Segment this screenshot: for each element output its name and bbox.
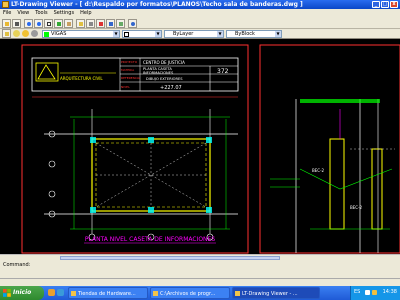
app-icon: [2, 1, 9, 8]
status-divider: [0, 278, 400, 279]
redraw-icon[interactable]: [116, 19, 125, 28]
chevron-down-icon[interactable]: ▼: [275, 31, 281, 37]
reference-label: REFERENCIA: [121, 76, 141, 80]
network-icon[interactable]: [365, 290, 370, 295]
firm-caption: ARQUITECTURA CIVIL: [60, 76, 103, 81]
subject-value-2: INFORMACIONES: [143, 71, 174, 75]
zoom-out-icon[interactable]: [34, 19, 43, 28]
section-label-2: BEC-2: [350, 205, 363, 210]
title-block: ARQUITECTURA CIVIL PROYECTO CENTRO DE JU…: [31, 57, 239, 98]
close-button[interactable]: x: [390, 1, 398, 8]
layer-on-icon[interactable]: [13, 30, 20, 37]
linetype-select-value: ByLayer: [173, 31, 194, 37]
folder-icon: [153, 291, 158, 296]
help-icon[interactable]: [128, 19, 137, 28]
layer-freeze-icon[interactable]: [22, 30, 29, 37]
start-button[interactable]: Inicio: [0, 286, 44, 300]
cad-drawing: ARQUITECTURA CIVIL PROYECTO CENTRO DE JU…: [21, 44, 400, 254]
drawing-canvas[interactable]: ARQUITECTURA CIVIL PROYECTO CENTRO DE JU…: [0, 39, 400, 254]
section-detail: [270, 99, 395, 253]
window-title: LT-Drawing Viewer - [ d:\Respaldo por fo…: [11, 1, 303, 8]
start-label: Inicio: [13, 289, 32, 296]
windows-logo-icon: [3, 289, 11, 297]
layer-lock-icon[interactable]: [31, 30, 38, 37]
subject-label: MATERIA: [121, 68, 135, 72]
sheet-number: 372: [217, 68, 229, 75]
taskbar-task-hardware[interactable]: Tiendas de Hardware...: [68, 287, 148, 299]
reference-value: DIBUJO EXTERIORES: [146, 77, 183, 81]
menu-view[interactable]: View: [14, 9, 32, 18]
color-swatch: [124, 32, 129, 37]
folder-icon: [71, 291, 76, 296]
taskbar-task-files[interactable]: C:\Archivos de progr...: [150, 287, 230, 299]
command-prompt[interactable]: Command:: [3, 262, 30, 268]
menu-settings[interactable]: Settings: [51, 9, 78, 18]
section-label-1: BEC-2: [312, 168, 325, 173]
text-find-icon[interactable]: [96, 19, 105, 28]
menu-help[interactable]: Help: [77, 9, 94, 18]
clock[interactable]: 14:38: [383, 286, 397, 298]
measure-icon[interactable]: [86, 19, 95, 28]
chevron-down-icon[interactable]: ▼: [155, 31, 161, 37]
main-toolbar: [0, 18, 400, 29]
desktop-quicklaunch-icon[interactable]: [57, 289, 64, 296]
drawing-viewer-window: LT-Drawing Viewer - [ d:\Respaldo por fo…: [0, 0, 400, 300]
print-icon[interactable]: [12, 19, 21, 28]
layer-select-value: VIGAS: [51, 31, 67, 37]
browser-quicklaunch-icon[interactable]: [48, 289, 55, 296]
linetype-select[interactable]: ByLayer ▼: [164, 30, 224, 38]
chevron-down-icon[interactable]: ▼: [113, 31, 119, 37]
project-value: CENTRO DE JUSTICIA: [143, 60, 185, 65]
level-value: +227.07: [160, 85, 182, 91]
task-label: LT-Drawing Viewer - ...: [242, 291, 298, 297]
menu-file[interactable]: File: [0, 9, 14, 18]
volume-icon[interactable]: [372, 290, 377, 295]
viewer-app-icon: [235, 291, 240, 296]
zoom-window-icon[interactable]: [44, 19, 53, 28]
zoom-in-icon[interactable]: [24, 19, 33, 28]
zoom-extents-icon[interactable]: [54, 19, 63, 28]
color-select[interactable]: ▼: [122, 30, 162, 38]
title-bar[interactable]: LT-Drawing Viewer - [ d:\Respaldo por fo…: [0, 0, 400, 9]
windows-taskbar: Inicio Tiendas de Hardware... C:\Archivo…: [0, 286, 400, 300]
layer-manager-icon[interactable]: [2, 29, 11, 38]
task-label: Tiendas de Hardware...: [78, 291, 136, 297]
taskbar-task-viewer[interactable]: LT-Drawing Viewer - ...: [232, 287, 320, 299]
maximize-button[interactable]: □: [381, 1, 389, 8]
layers-icon[interactable]: [76, 19, 85, 28]
menu-bar: File View Tools Settings Help: [0, 9, 400, 18]
project-label: PROYECTO: [121, 60, 138, 64]
command-status-bar: Command:: [0, 260, 400, 286]
lineweight-select[interactable]: ByBlock ▼: [226, 30, 282, 38]
plan-title: PLANTA NIVEL CASETA DE INFORMACIONES: [85, 236, 215, 243]
task-label: C:\Archivos de progr...: [160, 291, 216, 297]
pan-icon[interactable]: [64, 19, 73, 28]
lineweight-select-value: ByBlock: [235, 31, 255, 37]
level-label: NIVEL: [121, 85, 130, 89]
layer-color-swatch: [44, 32, 49, 37]
floor-plan: [44, 109, 238, 241]
layer-toolbar: VIGAS ▼ ▼ ByLayer ▼ ByBlock ▼: [0, 29, 400, 39]
chevron-down-icon[interactable]: ▼: [217, 31, 223, 37]
language-indicator[interactable]: ES: [354, 286, 360, 298]
properties-icon[interactable]: [106, 19, 115, 28]
open-file-icon[interactable]: [2, 19, 11, 28]
layer-select[interactable]: VIGAS ▼: [42, 30, 120, 38]
minimize-button[interactable]: _: [372, 1, 380, 8]
menu-tools[interactable]: Tools: [32, 9, 50, 18]
system-tray: ES 14:38: [350, 286, 400, 300]
